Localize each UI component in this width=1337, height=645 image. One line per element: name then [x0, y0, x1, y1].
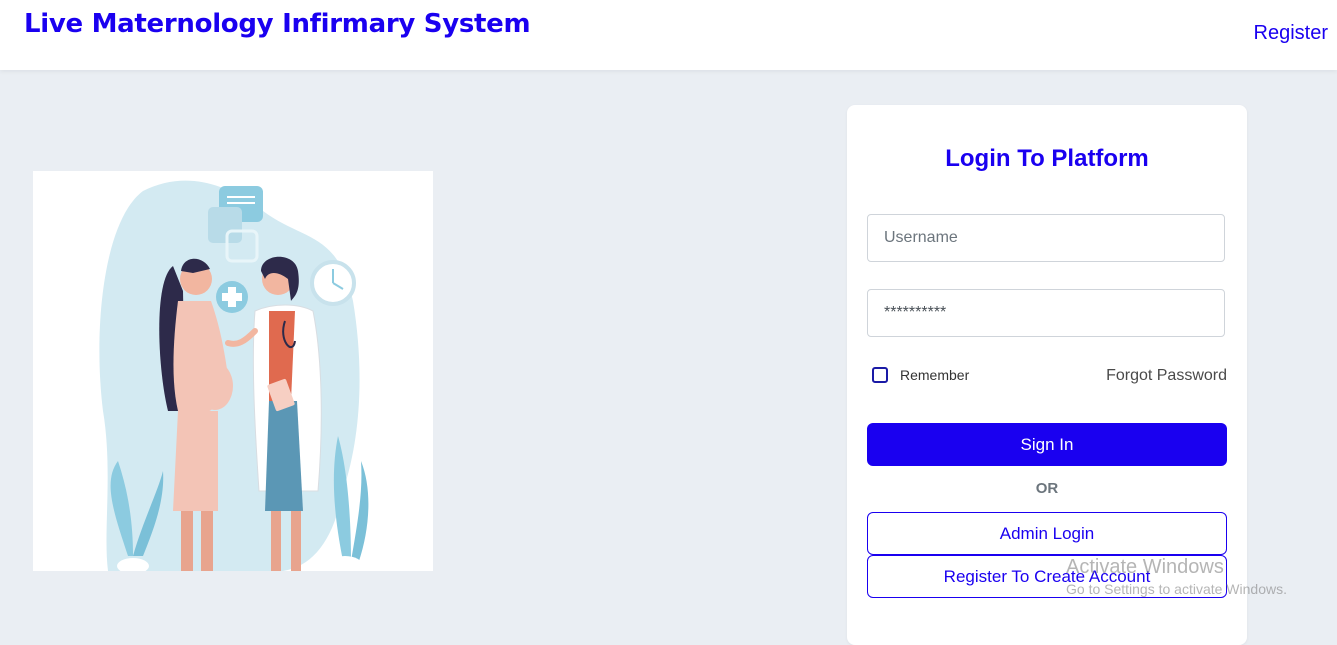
or-divider: OR [1035, 480, 1059, 497]
top-navbar: Live Maternology Infirmary System Regist… [0, 0, 1337, 70]
login-card: Login To Platform Remember Forgot Passwo… [847, 105, 1247, 645]
login-title: Login To Platform [945, 145, 1149, 172]
remember-checkbox[interactable] [872, 367, 888, 383]
remember-label: Remember [900, 367, 970, 383]
forgot-password-link[interactable]: Forgot Password [1106, 367, 1227, 385]
pregnant-woman-doctor-illustration [99, 180, 369, 576]
register-account-button[interactable]: Register To Create Account [867, 555, 1227, 598]
maternity-illustration [33, 171, 433, 576]
register-link[interactable]: Register [1254, 22, 1328, 45]
password-input[interactable] [867, 289, 1225, 337]
remember-option[interactable]: Remember [872, 367, 969, 383]
admin-login-button[interactable]: Admin Login [867, 512, 1227, 555]
sign-in-button[interactable]: Sign In [867, 423, 1227, 466]
app-title: Live Maternology Infirmary System [24, 9, 531, 39]
username-input[interactable] [867, 214, 1225, 262]
